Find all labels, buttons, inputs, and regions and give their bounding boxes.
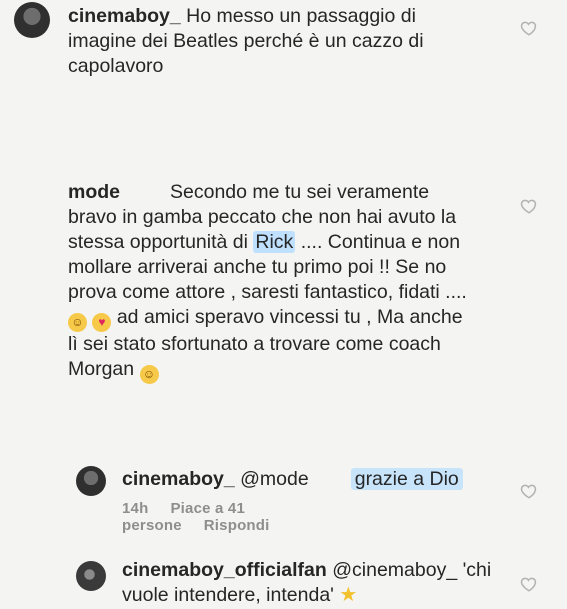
- comment-text: mode Secondo me tu sei veramente bravo in…: [68, 180, 538, 384]
- comment-line: Secondo me tu sei veramente: [170, 181, 430, 203]
- heart-icon[interactable]: [520, 197, 538, 215]
- star-icon: ★: [339, 584, 358, 606]
- comment-line: stessa opportunità di: [68, 231, 254, 253]
- username[interactable]: cinemaboy_: [68, 5, 181, 27]
- username[interactable]: cinemaboy_officialfan: [122, 559, 327, 581]
- timestamp: 14h: [122, 500, 149, 517]
- comment-line: mollare arriverai anche tu primo poi !! …: [68, 256, 447, 278]
- comment-line: .... Continua e non: [295, 231, 461, 253]
- comment-line: Ho messo un passaggio di: [180, 5, 416, 27]
- heart-icon[interactable]: [520, 575, 538, 593]
- mention[interactable]: @mode: [235, 468, 309, 490]
- comment-line: vuole intendere, intenda': [122, 584, 340, 606]
- comment-line: ad amici speravo vincessi tu , Ma anche: [111, 306, 463, 328]
- comment-line: capolavoro: [68, 55, 164, 77]
- comment-line: bravo in gamba peccato che non hai avuto…: [68, 206, 457, 228]
- comment-text: cinemaboy_officialfan @cinemaboy_ 'chi v…: [122, 558, 522, 608]
- comment-line: Morgan: [68, 358, 140, 380]
- avatar[interactable]: [76, 561, 106, 591]
- comment-text: cinemaboy_ Ho messo un passaggio di imag…: [68, 4, 528, 79]
- avatar[interactable]: [76, 466, 106, 496]
- heart-icon[interactable]: [520, 19, 538, 37]
- relieved-face-icon: ☺: [139, 365, 159, 384]
- comment-text: cinemaboy_ @mode grazie a Dio: [122, 467, 522, 492]
- comment-line: @cinemaboy_ 'chi: [326, 559, 492, 581]
- highlighted-reply: grazie a Dio: [350, 468, 463, 490]
- heart-eyes-face-icon: ♥: [92, 313, 112, 332]
- username[interactable]: mode: [68, 181, 120, 203]
- comment-line: prova come attore , saresti fantastico, …: [68, 281, 467, 303]
- comment-line: lì sei stato sfortunato a trovare come c…: [68, 333, 441, 355]
- comment-meta: 14h Piace a 41 persone Rispondi: [122, 500, 292, 534]
- username[interactable]: cinemaboy_: [122, 468, 235, 490]
- relieved-face-icon: ☺: [68, 313, 87, 332]
- comment-line: imagine dei Beatles perché è un cazzo di: [68, 30, 424, 52]
- avatar[interactable]: [14, 2, 50, 38]
- highlighted-word: Rick: [253, 231, 296, 253]
- heart-icon[interactable]: [520, 482, 538, 500]
- reply-button[interactable]: Rispondi: [204, 517, 270, 534]
